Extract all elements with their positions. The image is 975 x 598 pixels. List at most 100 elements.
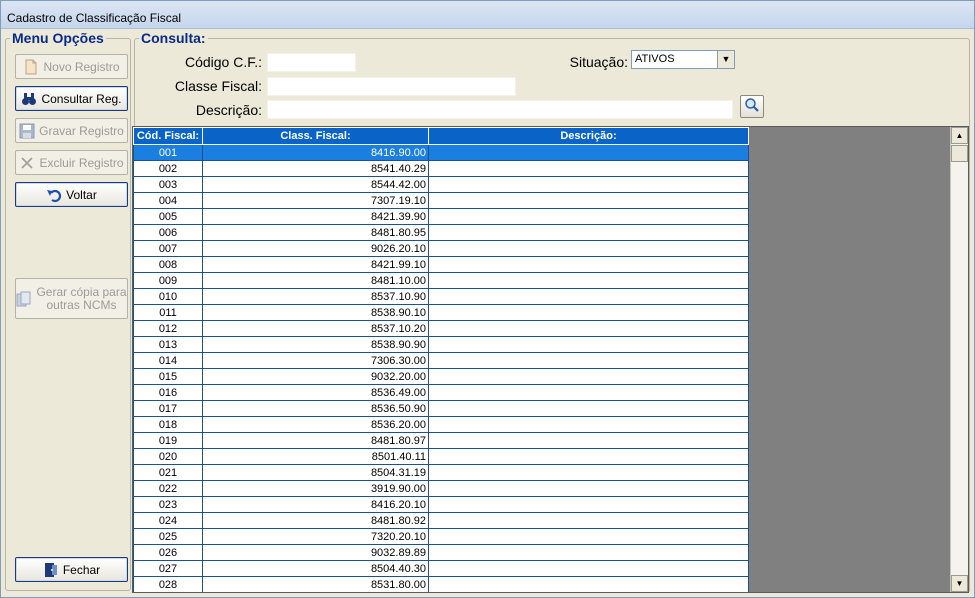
cell-fiscal-class[interactable]: 8481.80.97 bbox=[202, 432, 429, 449]
cell-fiscal-code[interactable]: 014 bbox=[133, 352, 203, 369]
cell-description[interactable] bbox=[428, 544, 749, 561]
query-record-button[interactable]: Consultar Reg. bbox=[15, 86, 128, 111]
chevron-down-icon[interactable]: ▼ bbox=[717, 51, 734, 68]
cell-fiscal-code[interactable]: 008 bbox=[133, 256, 203, 273]
cell-fiscal-class[interactable]: 8536.50.90 bbox=[202, 400, 429, 417]
scroll-up-icon[interactable]: ▲ bbox=[951, 127, 968, 144]
scroll-thumb[interactable] bbox=[951, 145, 968, 162]
scroll-down-icon[interactable]: ▼ bbox=[951, 575, 968, 592]
table-row[interactable]: 002 8541.40.29 bbox=[133, 160, 749, 177]
cell-fiscal-code[interactable]: 018 bbox=[133, 416, 203, 433]
table-row[interactable]: 021 8504.31.19 bbox=[133, 464, 749, 481]
cell-description[interactable] bbox=[428, 208, 749, 225]
table-row[interactable]: 023 8416.20.10 bbox=[133, 496, 749, 513]
cell-fiscal-class[interactable]: 9032.89.89 bbox=[202, 544, 429, 561]
cell-description[interactable] bbox=[428, 288, 749, 305]
column-header-fiscal-class[interactable]: Class. Fiscal: bbox=[202, 127, 429, 145]
status-select[interactable]: ATIVOS ▼ bbox=[631, 50, 735, 69]
cell-description[interactable] bbox=[428, 256, 749, 273]
cell-description[interactable] bbox=[428, 368, 749, 385]
cell-fiscal-code[interactable]: 009 bbox=[133, 272, 203, 289]
cell-fiscal-code[interactable]: 010 bbox=[133, 288, 203, 305]
cell-description[interactable] bbox=[428, 496, 749, 513]
cell-description[interactable] bbox=[428, 416, 749, 433]
table-row[interactable]: 015 9032.20.00 bbox=[133, 368, 749, 385]
table-row[interactable]: 016 8536.49.00 bbox=[133, 384, 749, 401]
table-row[interactable]: 008 8421.99.10 bbox=[133, 256, 749, 273]
cell-fiscal-code[interactable]: 001 bbox=[133, 144, 203, 161]
cell-fiscal-class[interactable]: 8504.40.30 bbox=[202, 560, 429, 577]
table-row[interactable]: 014 7306.30.00 bbox=[133, 352, 749, 369]
cell-description[interactable] bbox=[428, 560, 749, 577]
cell-description[interactable] bbox=[428, 304, 749, 321]
cell-fiscal-class[interactable]: 3919.90.00 bbox=[202, 480, 429, 497]
table-row[interactable]: 028 8531.80.00 bbox=[133, 576, 749, 592]
table-row[interactable]: 022 3919.90.00 bbox=[133, 480, 749, 497]
cell-fiscal-code[interactable]: 028 bbox=[133, 576, 203, 592]
table-row[interactable]: 001 8416.90.00 bbox=[133, 144, 749, 161]
cell-description[interactable] bbox=[428, 448, 749, 465]
table-row[interactable]: 007 9026.20.10 bbox=[133, 240, 749, 257]
new-record-button[interactable]: Novo Registro bbox=[15, 54, 128, 79]
table-row[interactable]: 006 8481.80.95 bbox=[133, 224, 749, 241]
cell-fiscal-code[interactable]: 002 bbox=[133, 160, 203, 177]
cell-fiscal-class[interactable]: 8531.80.00 bbox=[202, 576, 429, 592]
cell-fiscal-code[interactable]: 020 bbox=[133, 448, 203, 465]
cell-fiscal-code[interactable]: 019 bbox=[133, 432, 203, 449]
cell-fiscal-code[interactable]: 023 bbox=[133, 496, 203, 513]
cell-fiscal-class[interactable]: 8421.39.90 bbox=[202, 208, 429, 225]
cell-description[interactable] bbox=[428, 480, 749, 497]
cell-fiscal-class[interactable]: 8416.20.10 bbox=[202, 496, 429, 513]
column-header-fiscal-code[interactable]: Cód. Fiscal: bbox=[133, 127, 203, 145]
cell-fiscal-code[interactable]: 006 bbox=[133, 224, 203, 241]
cell-fiscal-code[interactable]: 021 bbox=[133, 464, 203, 481]
table-row[interactable]: 013 8538.90.90 bbox=[133, 336, 749, 353]
delete-record-button[interactable]: Excluir Registro bbox=[15, 150, 128, 175]
table-row[interactable]: 024 8481.80.92 bbox=[133, 512, 749, 529]
close-button[interactable]: Fechar bbox=[15, 557, 128, 582]
table-row[interactable]: 017 8536.50.90 bbox=[133, 400, 749, 417]
vertical-scrollbar[interactable]: ▲ ▼ bbox=[950, 127, 968, 592]
cell-description[interactable] bbox=[428, 528, 749, 545]
table-row[interactable]: 004 7307.19.10 bbox=[133, 192, 749, 209]
cell-fiscal-code[interactable]: 012 bbox=[133, 320, 203, 337]
table-row[interactable]: 019 8481.80.97 bbox=[133, 432, 749, 449]
cell-description[interactable] bbox=[428, 240, 749, 257]
cell-description[interactable] bbox=[428, 320, 749, 337]
cell-description[interactable] bbox=[428, 464, 749, 481]
cell-fiscal-class[interactable]: 8504.31.19 bbox=[202, 464, 429, 481]
cell-fiscal-class[interactable]: 8481.10.00 bbox=[202, 272, 429, 289]
cell-fiscal-class[interactable]: 8416.90.00 bbox=[202, 144, 429, 161]
cell-fiscal-code[interactable]: 005 bbox=[133, 208, 203, 225]
back-button[interactable]: Voltar bbox=[15, 182, 128, 207]
column-header-description[interactable]: Descrição: bbox=[428, 127, 749, 145]
table-row[interactable]: 027 8504.40.30 bbox=[133, 560, 749, 577]
cell-description[interactable] bbox=[428, 272, 749, 289]
cell-fiscal-code[interactable]: 003 bbox=[133, 176, 203, 193]
cell-description[interactable] bbox=[428, 336, 749, 353]
cell-fiscal-code[interactable]: 011 bbox=[133, 304, 203, 321]
cell-description[interactable] bbox=[428, 352, 749, 369]
cell-fiscal-code[interactable]: 017 bbox=[133, 400, 203, 417]
cell-description[interactable] bbox=[428, 144, 749, 161]
cell-fiscal-class[interactable]: 7320.20.10 bbox=[202, 528, 429, 545]
cell-fiscal-class[interactable]: 9032.20.00 bbox=[202, 368, 429, 385]
cell-description[interactable] bbox=[428, 576, 749, 592]
cell-description[interactable] bbox=[428, 224, 749, 241]
cell-fiscal-code[interactable]: 027 bbox=[133, 560, 203, 577]
cell-fiscal-code[interactable]: 007 bbox=[133, 240, 203, 257]
cell-fiscal-class[interactable]: 8501.40.11 bbox=[202, 448, 429, 465]
cell-fiscal-code[interactable]: 024 bbox=[133, 512, 203, 529]
cell-description[interactable] bbox=[428, 512, 749, 529]
table-row[interactable]: 018 8536.20.00 bbox=[133, 416, 749, 433]
cell-fiscal-class[interactable]: 8537.10.20 bbox=[202, 320, 429, 337]
table-row[interactable]: 025 7320.20.10 bbox=[133, 528, 749, 545]
cell-description[interactable] bbox=[428, 160, 749, 177]
cell-fiscal-class[interactable]: 7306.30.00 bbox=[202, 352, 429, 369]
cell-fiscal-code[interactable]: 022 bbox=[133, 480, 203, 497]
table-row[interactable]: 020 8501.40.11 bbox=[133, 448, 749, 465]
cell-description[interactable] bbox=[428, 400, 749, 417]
table-row[interactable]: 010 8537.10.90 bbox=[133, 288, 749, 305]
generate-copy-button[interactable]: Gerar cópia para outras NCMs bbox=[15, 278, 128, 319]
cell-fiscal-class[interactable]: 8538.90.10 bbox=[202, 304, 429, 321]
